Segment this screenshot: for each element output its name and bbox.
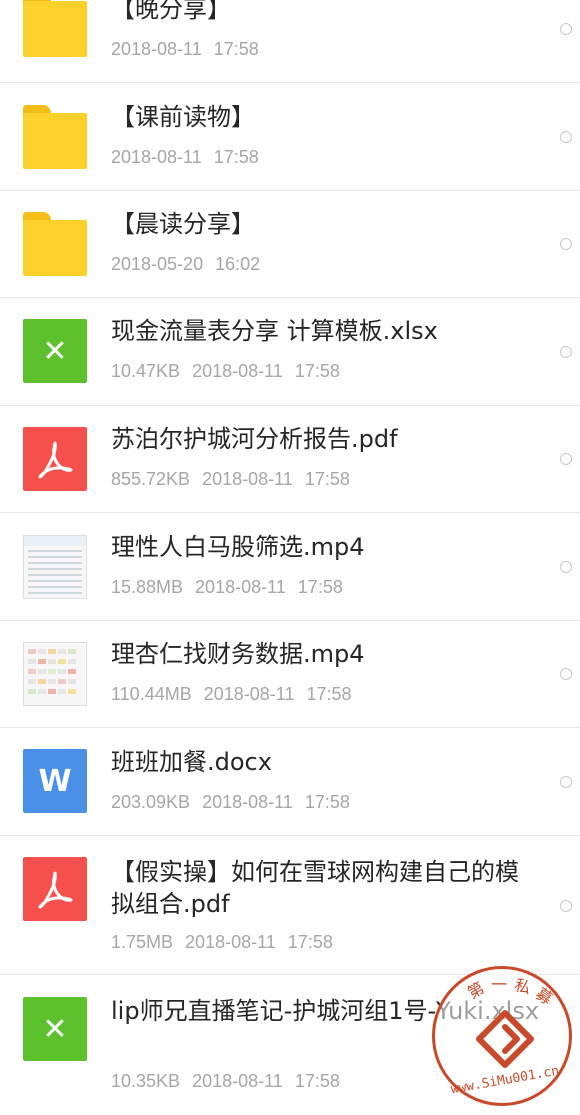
excel-glyph: ✕: [42, 333, 68, 369]
file-meta: 855.72KB 2018-08-11 17:58: [111, 469, 350, 490]
file-meta: 2018-05-20 16:02: [111, 254, 260, 275]
file-size: 10.35KB: [111, 1071, 181, 1091]
file-date: 2018-08-11: [202, 469, 293, 489]
file-name: 现金流量表分享 计算模板.xlsx: [111, 317, 438, 345]
file-meta: 15.88MB 2018-08-11 17:58: [111, 577, 343, 598]
select-radio[interactable]: [560, 23, 572, 35]
select-radio[interactable]: [560, 668, 572, 680]
select-radio[interactable]: [560, 346, 572, 358]
file-meta: 203.09KB 2018-08-11 17:58: [111, 792, 350, 813]
select-radio[interactable]: [560, 131, 572, 143]
select-radio[interactable]: [560, 561, 572, 573]
excel-icon: ✕: [23, 319, 87, 383]
file-meta: 2018-08-11 17:58: [111, 147, 259, 168]
file-meta: 2018-08-11 17:58: [111, 39, 259, 60]
file-date: 2018-08-11: [111, 147, 202, 167]
watermark-char-2: 一: [491, 975, 508, 994]
file-name: 【晚分享】: [111, 0, 231, 23]
select-radio[interactable]: [560, 900, 572, 912]
file-time: 17:58: [213, 147, 259, 167]
list-item[interactable]: 【晚分享】 2018-08-11 17:58: [0, 0, 580, 83]
file-list: 【晚分享】 2018-08-11 17:58 【课前读物】 2018-08-11 1…: [0, 0, 580, 1115]
select-radio[interactable]: [560, 776, 572, 788]
file-name: 【课前读物】: [111, 103, 255, 131]
file-name: 理杏仁找财务数据.mp4: [111, 640, 365, 668]
list-item[interactable]: 【课前读物】 2018-08-11 17:58: [0, 83, 580, 191]
folder-icon: [23, 0, 87, 57]
watermark-stamp: 第 一 私 募 www.SiMu001.cn: [432, 966, 572, 1106]
file-size: 15.88MB: [111, 577, 184, 597]
list-item[interactable]: 理性人白马股筛选.mp4 15.88MB 2018-08-11 17:58: [0, 513, 580, 621]
excel-glyph: ✕: [42, 1011, 68, 1047]
file-date: 2018-08-11: [192, 1071, 283, 1091]
word-icon: W: [23, 749, 87, 813]
file-date: 2018-08-11: [111, 39, 202, 59]
file-time: 17:58: [304, 469, 350, 489]
file-time: 17:58: [297, 577, 343, 597]
file-time: 17:58: [294, 361, 340, 381]
excel-icon: ✕: [23, 997, 87, 1061]
file-date: 2018-05-20: [111, 254, 204, 274]
pdf-icon: [23, 427, 87, 491]
video-thumbnail-icon: [23, 642, 87, 706]
file-time: 17:58: [294, 1071, 340, 1091]
list-item[interactable]: ✕ 现金流量表分享 计算模板.xlsx 10.47KB 2018-08-11 17:…: [0, 298, 580, 406]
file-size: 110.44MB: [111, 684, 192, 704]
select-radio[interactable]: [560, 453, 572, 465]
folder-icon: [23, 105, 87, 169]
file-size: 1.75MB: [111, 932, 174, 952]
file-meta: 10.35KB 2018-08-11 17:58: [111, 1071, 340, 1092]
list-item[interactable]: 【假实操】如何在雪球网构建自己的模拟组合.pdf 1.75MB 2018-08-1…: [0, 836, 580, 975]
select-radio[interactable]: [560, 238, 572, 250]
file-time: 17:58: [304, 792, 350, 812]
file-date: 2018-08-11: [195, 577, 286, 597]
file-time: 16:02: [215, 254, 261, 274]
file-name: 理性人白马股筛选.mp4: [111, 533, 365, 561]
file-size: 855.72KB: [111, 469, 191, 489]
word-glyph: W: [38, 763, 72, 799]
list-item[interactable]: 理杏仁找财务数据.mp4 110.44MB 2018-08-11 17:58: [0, 621, 580, 728]
file-name: 苏泊尔护城河分析报告.pdf: [111, 425, 398, 453]
file-meta: 1.75MB 2018-08-11 17:58: [111, 932, 333, 953]
file-name: 【晨读分享】: [111, 210, 255, 238]
file-time: 17:58: [213, 39, 259, 59]
file-name: 【假实操】如何在雪球网构建自己的模拟组合.pdf: [111, 858, 519, 918]
file-size: 203.09KB: [111, 792, 191, 812]
folder-icon: [23, 212, 87, 276]
file-date: 2018-08-11: [202, 792, 293, 812]
list-item[interactable]: W 班班加餐.docx 203.09KB 2018-08-11 17:58: [0, 728, 580, 836]
pdf-icon: [23, 857, 87, 921]
file-date: 2018-08-11: [192, 361, 283, 381]
file-date: 2018-08-11: [203, 684, 295, 704]
file-name: 班班加餐.docx: [111, 748, 272, 776]
list-item[interactable]: 【晨读分享】 2018-05-20 16:02: [0, 191, 580, 298]
file-meta: 10.47KB 2018-08-11 17:58: [111, 361, 340, 382]
list-item[interactable]: 苏泊尔护城河分析报告.pdf 855.72KB 2018-08-11 17:58: [0, 406, 580, 513]
file-time: 17:58: [287, 932, 333, 952]
video-thumbnail-icon: [23, 535, 87, 599]
file-size: 10.47KB: [111, 361, 181, 381]
file-time: 17:58: [306, 684, 352, 704]
file-date: 2018-08-11: [185, 932, 276, 952]
file-meta: 110.44MB 2018-08-11 17:58: [111, 684, 352, 705]
